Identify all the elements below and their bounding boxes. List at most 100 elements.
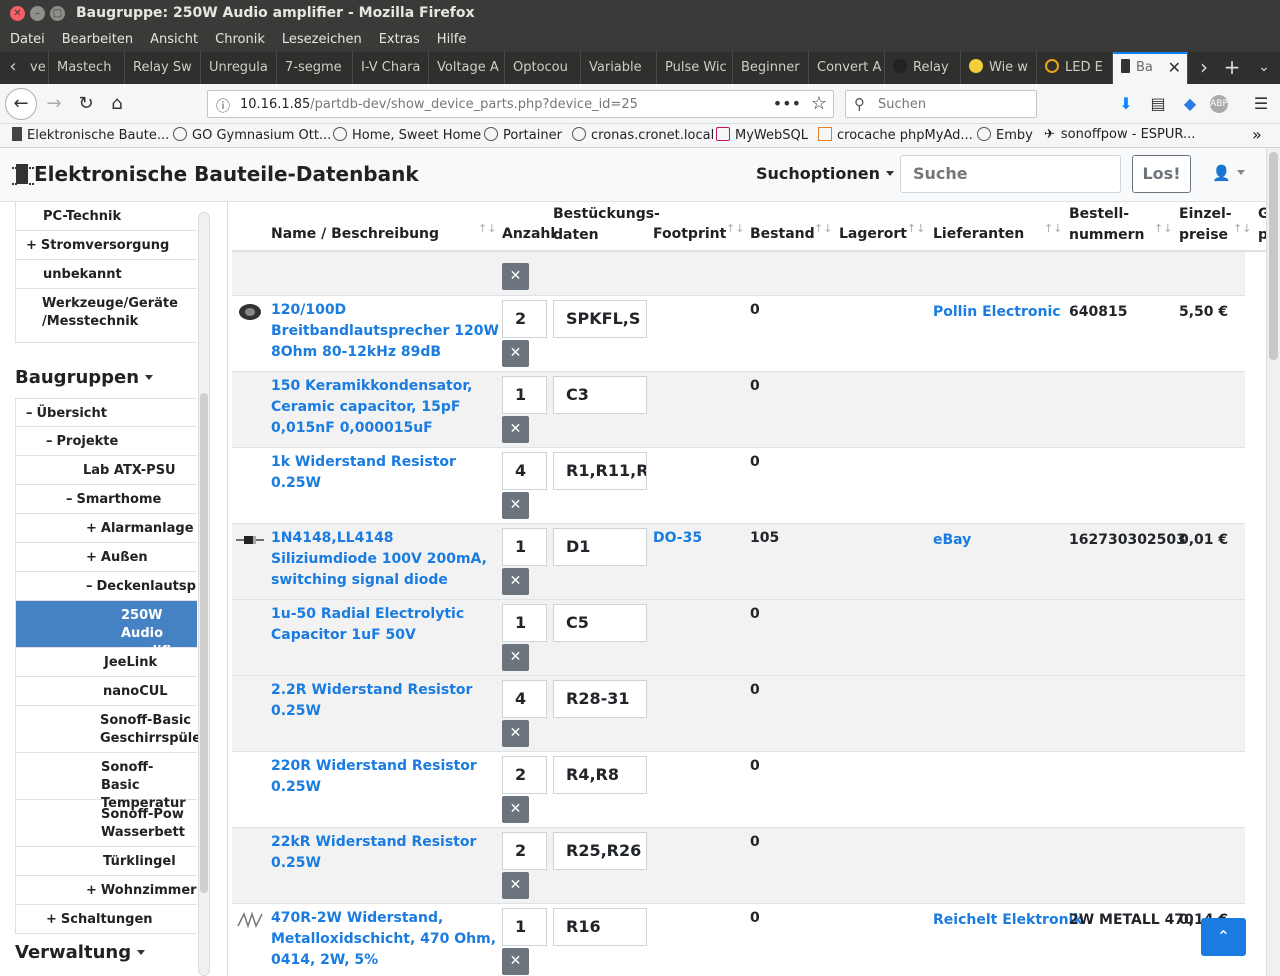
header-bestellnummern[interactable]: Bestell-nummern — [1069, 204, 1144, 246]
menu-hilfe[interactable]: Hilfe — [437, 28, 467, 52]
part-name-link[interactable]: 1N4148,LL4148 Siliziumdiode 100V 200mA, … — [271, 528, 499, 591]
header-lagerort[interactable]: Lagerort — [839, 224, 907, 245]
sidebar-item-pc-technik[interactable]: PC-Technik — [15, 202, 197, 231]
brand[interactable]: Elektronische Bauteile-Datenbank — [12, 162, 419, 186]
bookmark-1[interactable]: GO Gymnasium Ott... — [173, 127, 331, 143]
reload-icon[interactable]: ↻ — [72, 90, 100, 118]
supplier-link[interactable]: Pollin Electronic — [933, 302, 1061, 323]
home-icon[interactable]: ⌂ — [103, 90, 131, 118]
tab-10[interactable]: Beginner — [733, 52, 809, 84]
tab-scroll-left-icon[interactable]: ‹ — [2, 52, 24, 84]
header-bestand[interactable]: Bestand — [750, 224, 815, 245]
menu-ansicht[interactable]: Ansicht — [150, 28, 198, 52]
tree-alarmanlage[interactable]: + Alarmanlage — [15, 514, 197, 543]
minus-icon[interactable]: – — [26, 406, 33, 421]
bookmark-star-icon[interactable]: ☆ — [811, 93, 827, 114]
tree-uebersicht[interactable]: – Übersicht — [15, 398, 197, 427]
bookmark-0[interactable]: Elektronische Baute... — [12, 127, 169, 143]
tab-close-icon[interactable]: ✕ — [1168, 54, 1181, 82]
sort-icon[interactable]: ↑↓ — [1044, 222, 1062, 235]
bookmark-4[interactable]: cronas.cronet.local — [572, 127, 714, 143]
sort-icon[interactable]: ↑↓ — [907, 222, 925, 235]
bookmark-7[interactable]: Emby — [977, 127, 1033, 143]
quantity-input[interactable]: 4 — [502, 452, 547, 490]
window-minimize-icon[interactable]: – — [30, 6, 45, 21]
tree-sonoff-basic-temperatur[interactable]: Sonoff-Basic Temperatur — [15, 753, 197, 811]
tab-7[interactable]: Optocou — [505, 52, 581, 84]
adblock-icon[interactable]: ABP — [1210, 95, 1228, 113]
tab-2[interactable]: Relay Sw — [125, 52, 201, 84]
tab-12[interactable]: Relay — [885, 52, 961, 84]
quantity-input[interactable]: 1 — [502, 528, 547, 566]
minus-icon[interactable]: – — [66, 492, 73, 507]
mount-names-input[interactable]: R16 — [553, 908, 647, 946]
sidebar-scrollbar[interactable] — [198, 212, 210, 976]
quantity-input[interactable]: 4 — [502, 680, 547, 718]
tab-6[interactable]: Voltage A — [429, 52, 505, 84]
tree-nanocul[interactable]: nanoCUL — [15, 677, 197, 706]
sidebar-item-unbekannt[interactable]: unbekannt — [15, 260, 197, 289]
quantity-input[interactable]: 1 — [502, 908, 547, 946]
plus-icon[interactable]: + — [46, 912, 57, 927]
quantity-input[interactable]: 1 — [502, 604, 547, 642]
tab-11[interactable]: Convert A — [809, 52, 885, 84]
mount-names-input[interactable]: R1,R11,R — [553, 452, 647, 490]
minus-icon[interactable]: – — [46, 434, 53, 449]
url-text[interactable]: 10.16.1.85/partdb-dev/show_device_parts.… — [240, 97, 638, 112]
tree-lab-atx-psu[interactable]: Lab ATX-PSU — [15, 456, 197, 485]
mount-names-input[interactable]: C5 — [553, 604, 647, 642]
mount-names-input[interactable]: C3 — [553, 376, 647, 414]
bookmark-5[interactable]: MyWebSQL — [716, 127, 808, 143]
window-close-icon[interactable]: ✕ — [10, 6, 25, 21]
tab-0[interactable]: ve — [22, 52, 49, 84]
tree-smarthome[interactable]: – Smarthome — [15, 485, 197, 514]
mount-names-input[interactable]: R4,R8 — [553, 756, 647, 794]
delete-icon[interactable]: ✕ — [502, 492, 529, 519]
page-scrollbar[interactable] — [1266, 148, 1280, 976]
header-footprint[interactable]: Footprint — [653, 224, 726, 245]
section-verwaltung[interactable]: Verwaltung — [15, 942, 146, 963]
mount-names-input[interactable]: D1 — [553, 528, 647, 566]
menu-lesezeichen[interactable]: Lesezeichen — [282, 28, 362, 52]
tab-5[interactable]: I-V Chara — [353, 52, 429, 84]
menu-datei[interactable]: Datei — [10, 28, 45, 52]
sort-icon[interactable]: ↑↓ — [478, 222, 496, 235]
tab-active[interactable]: Ba ✕ — [1113, 52, 1188, 84]
browser-search-input[interactable]: ⚲ Suchen — [845, 90, 1037, 118]
part-name-link[interactable]: 1k Widerstand Resistor 0.25W — [271, 452, 499, 494]
page-scroll-thumb[interactable] — [1269, 152, 1278, 360]
user-menu[interactable]: 👤 — [1212, 164, 1245, 182]
tree-sonoff-basic-geschirrspueler[interactable]: Sonoff-Basic Geschirrspüler — [15, 706, 207, 753]
part-name-link[interactable]: 150 Keramikkondensator, Ceramic capacito… — [271, 376, 499, 439]
part-name-link[interactable]: 120/100D Breitbandlautsprecher 120W 8Ohm… — [271, 300, 499, 363]
supplier-link[interactable]: eBay — [933, 530, 971, 551]
plus-icon[interactable]: + — [86, 883, 97, 898]
tree-deckenlautsprecher[interactable]: –Deckenlautspre — [15, 572, 197, 601]
sort-icon[interactable]: ↑↓ — [1154, 222, 1172, 235]
supplier-link[interactable]: Reichelt Elektronik — [933, 910, 1083, 931]
bookmark-6[interactable]: crocache phpMyAd... — [818, 127, 973, 143]
extension-icon[interactable]: ◆ — [1179, 93, 1201, 115]
part-name-link[interactable]: 1u-50 Radial Electrolytic Capacitor 1uF … — [271, 604, 499, 646]
tree-tuerklingel[interactable]: Türklingel — [15, 847, 197, 876]
menu-extras[interactable]: Extras — [379, 28, 420, 52]
minus-icon[interactable]: – — [86, 579, 93, 594]
window-maximize-icon[interactable]: □ — [50, 6, 65, 21]
header-lieferanten[interactable]: Lieferanten — [933, 224, 1024, 245]
part-name-link[interactable]: 2.2R Widerstand Resistor 0.25W — [271, 680, 499, 722]
tab-9[interactable]: Pulse Wic — [657, 52, 733, 84]
sort-icon[interactable]: ↑↓ — [814, 222, 832, 235]
library-icon[interactable]: ▤ — [1147, 93, 1169, 115]
delete-icon[interactable]: ✕ — [502, 948, 529, 975]
mount-names-input[interactable]: SPKFL,S — [553, 300, 647, 338]
tab-4[interactable]: 7-segme — [277, 52, 353, 84]
section-baugruppen[interactable]: Baugruppen — [15, 367, 154, 388]
sidebar-item-werkzeuge[interactable]: Werkzeuge/Geräte /Messtechnik — [15, 289, 197, 343]
header-bestueckungsdaten[interactable]: Bestückungs-daten — [553, 204, 660, 246]
tree-wohnzimmer[interactable]: + Wohnzimmer — [15, 876, 197, 905]
page-actions-icon[interactable]: ••• — [773, 94, 801, 113]
part-name-link[interactable]: 470R-2W Widerstand, Metalloxidschicht, 4… — [271, 908, 499, 971]
sort-icon[interactable]: ↑↓ — [726, 222, 744, 235]
delete-icon[interactable]: ✕ — [502, 796, 529, 823]
tab-1[interactable]: Mastech — [49, 52, 125, 84]
